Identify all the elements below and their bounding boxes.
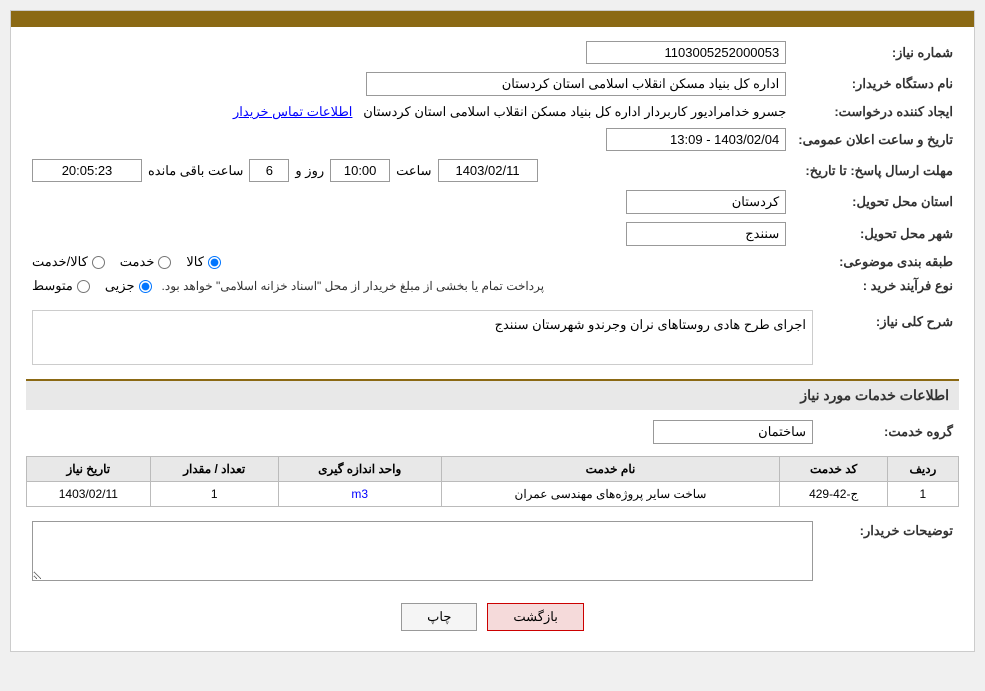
deadline-days-label: روز و: [295, 163, 324, 179]
buyer-label: نام دستگاه خریدار:: [792, 68, 959, 100]
purchase-type-label: نوع فرآیند خرید :: [792, 274, 959, 298]
services-section-header: اطلاعات خدمات مورد نیاز: [26, 379, 959, 410]
creator-label: ایجاد کننده درخواست:: [792, 100, 959, 124]
purchase-type-radio-group: متوسط جزیی: [32, 278, 152, 294]
purchase-option-partial[interactable]: جزیی: [105, 278, 152, 294]
table-cell: 1403/02/11: [27, 482, 151, 507]
creator-value: جسرو خدامرادیور کاربردار اداره کل بنیاد …: [363, 104, 786, 119]
category-option-kala-khedmat[interactable]: کالا/خدمت: [32, 254, 105, 270]
buyer-notes-label: توضیحات خریدار:: [819, 517, 959, 588]
purchase-note: پرداخت تمام یا بخشی از مبلغ خریدار از مح…: [162, 279, 545, 293]
buyer-notes-textarea[interactable]: [32, 521, 813, 581]
buyer-value: اداره کل بنیاد مسکن انقلاب اسلامی استان …: [366, 72, 786, 96]
creator-contact-link[interactable]: اطلاعات تماس خریدار: [233, 104, 352, 119]
service-group-label: گروه خدمت:: [819, 416, 959, 448]
city-label: شهر محل تحویل:: [792, 218, 959, 250]
table-cell: 1: [150, 482, 278, 507]
col-header-name: نام خدمت: [441, 457, 780, 482]
province-value: کردستان: [626, 190, 786, 214]
description-label: شرح کلی نیاز:: [819, 306, 959, 369]
deadline-remaining-value: 20:05:23: [32, 159, 142, 182]
request-number-value: 1103005252000053: [586, 41, 786, 64]
deadline-days-value: 6: [249, 159, 289, 182]
deadline-date-value: 1403/02/11: [438, 159, 538, 182]
col-header-code: کد خدمت: [780, 457, 887, 482]
category-radio-group: کالا/خدمت خدمت کالا: [32, 254, 786, 270]
table-cell: ج-42-429: [780, 482, 887, 507]
col-header-quantity: تعداد / مقدار: [150, 457, 278, 482]
city-value: سنندج: [626, 222, 786, 246]
service-group-value: ساختمان: [653, 420, 813, 444]
announce-datetime-label: تاریخ و ساعت اعلان عمومی:: [792, 124, 959, 155]
province-label: استان محل تحویل:: [792, 186, 959, 218]
page-header: [11, 11, 974, 27]
print-button[interactable]: چاپ: [401, 603, 477, 631]
purchase-option-medium[interactable]: متوسط: [32, 278, 90, 294]
description-value: اجرای طرح هادی روستاهای نران وجرندو شهرس…: [32, 310, 813, 365]
deadline-remaining-label: ساعت باقی مانده: [148, 163, 243, 179]
services-table: ردیف کد خدمت نام خدمت واحد اندازه گیری ت…: [26, 456, 959, 507]
deadline-time-value: 10:00: [330, 159, 390, 182]
category-option-kala[interactable]: کالا: [186, 254, 221, 270]
table-row: 1ج-42-429ساخت سایر پروژه‌های مهندسی عمرا…: [27, 482, 959, 507]
category-option-khedmat[interactable]: خدمت: [120, 254, 172, 270]
back-button[interactable]: بازگشت: [487, 603, 583, 631]
table-cell: ساخت سایر پروژه‌های مهندسی عمران: [441, 482, 780, 507]
request-number-label: شماره نیاز:: [792, 37, 959, 68]
table-cell: 1: [887, 482, 958, 507]
col-header-date: تاریخ نیاز: [27, 457, 151, 482]
button-row: بازگشت چاپ: [26, 603, 959, 631]
announce-datetime-value: 1403/02/04 - 13:09: [606, 128, 786, 151]
category-label: طبقه بندی موضوعی:: [792, 250, 959, 274]
col-header-unit: واحد اندازه گیری: [278, 457, 441, 482]
deadline-time-label: ساعت: [396, 163, 431, 179]
deadline-label: مهلت ارسال پاسخ: تا تاریخ:: [792, 155, 959, 186]
table-cell: m3: [278, 482, 441, 507]
col-header-row: ردیف: [887, 457, 958, 482]
